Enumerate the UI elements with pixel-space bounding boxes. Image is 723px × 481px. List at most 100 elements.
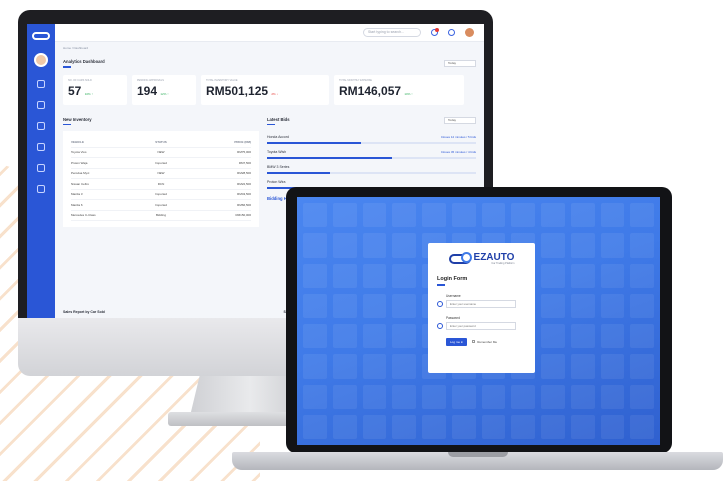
cell: RM7,500 [238, 160, 251, 165]
stat-value: RM501,125 [206, 83, 269, 98]
bid-link[interactable]: Closes 12 minutes / 5 bids [441, 135, 476, 139]
cell: Imported [155, 192, 167, 197]
inventory-icon[interactable] [37, 122, 45, 130]
stat-card: NO. OF CARS SOLD 57 10% ↑ [63, 74, 127, 105]
brand-name: EZAUTO [473, 252, 515, 263]
stats-row: NO. OF CARS SOLD 57 10% ↑ PENDING APPROV… [63, 74, 476, 105]
username-label: Username [446, 293, 461, 298]
cell: Imported [155, 202, 167, 207]
cell: RM150,000 [235, 213, 251, 218]
breadcrumb: Home / Dashboard [63, 46, 89, 50]
cell: RM43,500 [237, 192, 251, 197]
user-icon [437, 300, 443, 307]
cell: RM22,500 [237, 181, 251, 186]
column-header[interactable]: STATUS [131, 140, 191, 144]
product-showcase: Start typing to search... Home / Dashboa… [0, 0, 723, 481]
sales-report-title: Sales Report by Car Sold [63, 310, 105, 314]
stat-change: 2% ↓ [271, 91, 279, 96]
checkbox[interactable] [472, 340, 476, 343]
bid-name: Proton Wira [267, 180, 286, 184]
bid-progress [267, 157, 476, 159]
table-row[interactable]: Perodua Myvi NEW RM28,500 [71, 169, 251, 179]
table-header: VEHICLE STATUS PRICE (RM) [71, 137, 251, 148]
bid-link[interactable]: Closes 45 minutes / 4 bids [441, 150, 476, 154]
table-row[interactable]: Nissan Cefiro RCN RM22,500 [71, 179, 251, 190]
cell: Mazda 6 [71, 202, 83, 207]
title-underline [63, 123, 71, 125]
bid-progress [267, 172, 476, 174]
cell: RM75,000 [237, 150, 251, 155]
bid-item[interactable]: BMW 3 Series [267, 165, 476, 169]
settings-icon[interactable] [448, 29, 455, 36]
column-header[interactable]: VEHICLE [71, 140, 131, 144]
stat-change: 10% ↑ [404, 91, 413, 96]
stat-value: 194 [137, 83, 158, 98]
bid-name: BMW 3 Series [267, 165, 290, 169]
table-row[interactable]: Toyota Vios NEW RM75,000 [71, 148, 251, 158]
bids-period-select[interactable]: Today [444, 117, 476, 125]
dashboard-icon[interactable] [37, 80, 45, 88]
cell: Perodua Myvi [71, 171, 90, 176]
cell: Imported [155, 160, 167, 165]
bid-progress [267, 142, 476, 144]
gear-icon[interactable] [37, 185, 45, 193]
title-underline [437, 284, 445, 286]
login-button[interactable]: Log me in [446, 337, 468, 346]
car-logo-icon [448, 252, 472, 264]
cell: NEW [157, 150, 165, 155]
sidebar [27, 24, 55, 318]
bid-name: Toyota Wish [267, 150, 287, 154]
stat-change: 10% ↑ [84, 91, 94, 96]
column-header[interactable]: PRICE (RM) [191, 140, 251, 144]
bid-item[interactable]: Honda Accord Closes 12 minutes / 5 bids [267, 135, 476, 139]
stat-value: RM146,057 [339, 83, 402, 98]
cell: RCN [157, 181, 165, 186]
username-input[interactable] [446, 299, 516, 308]
cell: Proton Waja [71, 160, 88, 165]
cell: Mercedes C-Class [71, 213, 96, 218]
settings-icon[interactable] [37, 101, 45, 109]
stat-value: 57 [68, 83, 82, 98]
bid-name: Honda Accord [267, 135, 289, 139]
title-underline [267, 123, 275, 125]
period-select[interactable]: Today [444, 59, 476, 67]
stat-label: PENDING APPROVALS [137, 78, 164, 82]
search-input[interactable]: Start typing to search... [363, 28, 421, 37]
title-underline [63, 66, 71, 68]
notification-bell-icon[interactable] [431, 28, 439, 36]
brand: EZAUTO Car Trading Platform [437, 252, 526, 265]
users-icon[interactable] [37, 164, 45, 172]
section-title: New Inventory [63, 116, 92, 122]
topbar: Start typing to search... [55, 24, 484, 42]
sidebar-avatar[interactable] [34, 53, 48, 67]
user-avatar[interactable] [465, 28, 474, 37]
login-title: Login Form [437, 276, 468, 282]
cell: Toyota Vios [71, 150, 87, 155]
login-form: EZAUTO Car Trading Platform Login Form U… [428, 243, 535, 373]
password-input[interactable] [446, 321, 516, 330]
cell: Bidding [155, 213, 166, 218]
laptop-notch [448, 452, 508, 457]
remember-label: Remember Me [477, 339, 498, 344]
new-inventory-panel: New Inventory VEHICLE STATUS PRICE (RM) … [63, 116, 259, 227]
stat-card: PENDING APPROVALS 194 12% ↑ [132, 74, 196, 105]
table-row[interactable]: Mercedes C-Class Bidding RM150,000 [71, 211, 251, 221]
inventory-table: VEHICLE STATUS PRICE (RM) Toyota Vios NEW… [63, 131, 259, 227]
bid-item[interactable]: Toyota Wish Closes 45 minutes / 4 bids [267, 150, 476, 154]
table-row[interactable]: Mazda 6 Imported RM66,500 [71, 200, 251, 211]
table-row[interactable]: Mazda 3 Imported RM43,500 [71, 190, 251, 200]
cell: RM28,500 [237, 171, 251, 176]
cell: RM66,500 [237, 202, 251, 207]
stat-card: TOTAL INVENTORY VALUE RM501,125 2% ↓ [201, 74, 329, 105]
stat-label: TOTAL MONTHLY EXPENSE [339, 78, 372, 82]
bid-item[interactable]: Proton Wira [267, 180, 476, 184]
lock-icon [437, 322, 443, 329]
section-title: Latest Bids [267, 116, 290, 122]
stat-label: TOTAL INVENTORY VALUE [206, 78, 238, 82]
stat-change: 12% ↑ [160, 91, 169, 96]
cell: Mazda 3 [71, 192, 83, 197]
remember-me[interactable]: Remember Me [472, 340, 497, 344]
cell: NEW [157, 171, 165, 176]
document-icon[interactable] [37, 143, 45, 151]
table-row[interactable]: Proton Waja Imported RM7,500 [71, 158, 251, 169]
